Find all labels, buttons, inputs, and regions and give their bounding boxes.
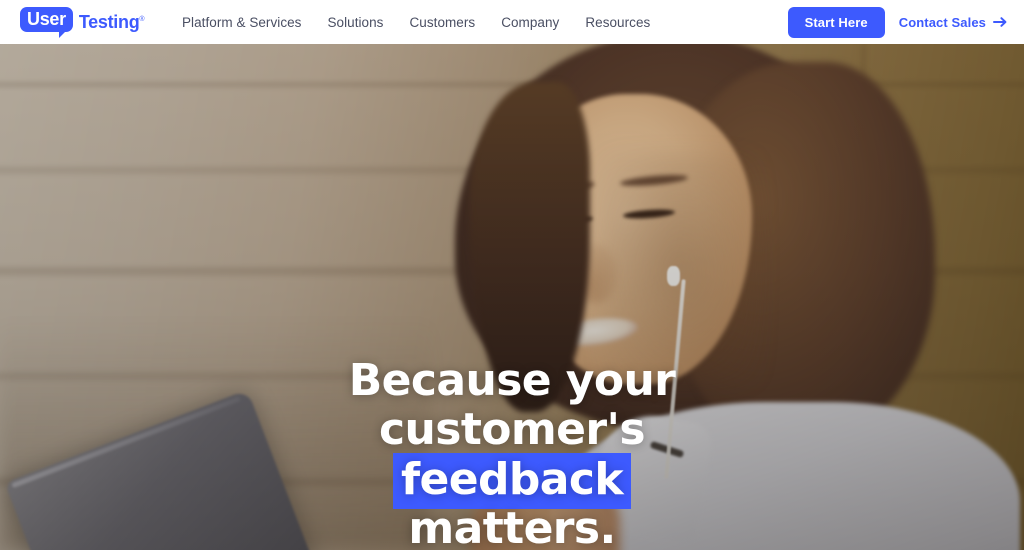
logo-trademark-symbol: ®: [139, 16, 145, 23]
logo-word-text: Testing: [78, 12, 140, 32]
main-navigation: Platform & Services Solutions Customers …: [182, 0, 650, 44]
logo-wordmark: Testing®: [78, 7, 145, 35]
nav-item-company[interactable]: Company: [501, 15, 559, 30]
headline-line-1: Because your: [348, 355, 676, 406]
nav-item-customers[interactable]: Customers: [409, 15, 475, 30]
contact-sales-label: Contact Sales: [898, 14, 986, 30]
logo-bubble-text: User: [27, 9, 66, 29]
header-actions: Start Here Contact Sales: [787, 0, 1008, 44]
hero-section: Because your customer's feedback matters…: [0, 44, 1024, 550]
usertesting-logo[interactable]: User Testing®: [20, 7, 145, 38]
nav-item-platform-and-services[interactable]: Platform & Services: [182, 15, 301, 30]
nav-item-solutions[interactable]: Solutions: [327, 15, 383, 30]
headline-highlight-feedback: feedback: [392, 452, 632, 509]
arrow-right-icon: [993, 17, 1007, 27]
nav-item-resources[interactable]: Resources: [585, 15, 650, 30]
headline-line-3: feedback: [0, 452, 1024, 509]
headline-line-4: matters.: [408, 502, 616, 550]
hero-headline: Because your customer's feedback matters…: [0, 356, 1024, 550]
logo-speech-bubble-icon: User: [20, 7, 73, 38]
site-header: User Testing® Platform & Services Soluti…: [0, 0, 1024, 44]
page-root: User Testing® Platform & Services Soluti…: [0, 0, 1024, 550]
headline-line-2: customer's: [379, 404, 646, 456]
start-here-button[interactable]: Start Here: [787, 6, 885, 38]
contact-sales-link[interactable]: Contact Sales: [899, 15, 1008, 30]
logo-bubble-tail-icon: [58, 31, 66, 38]
